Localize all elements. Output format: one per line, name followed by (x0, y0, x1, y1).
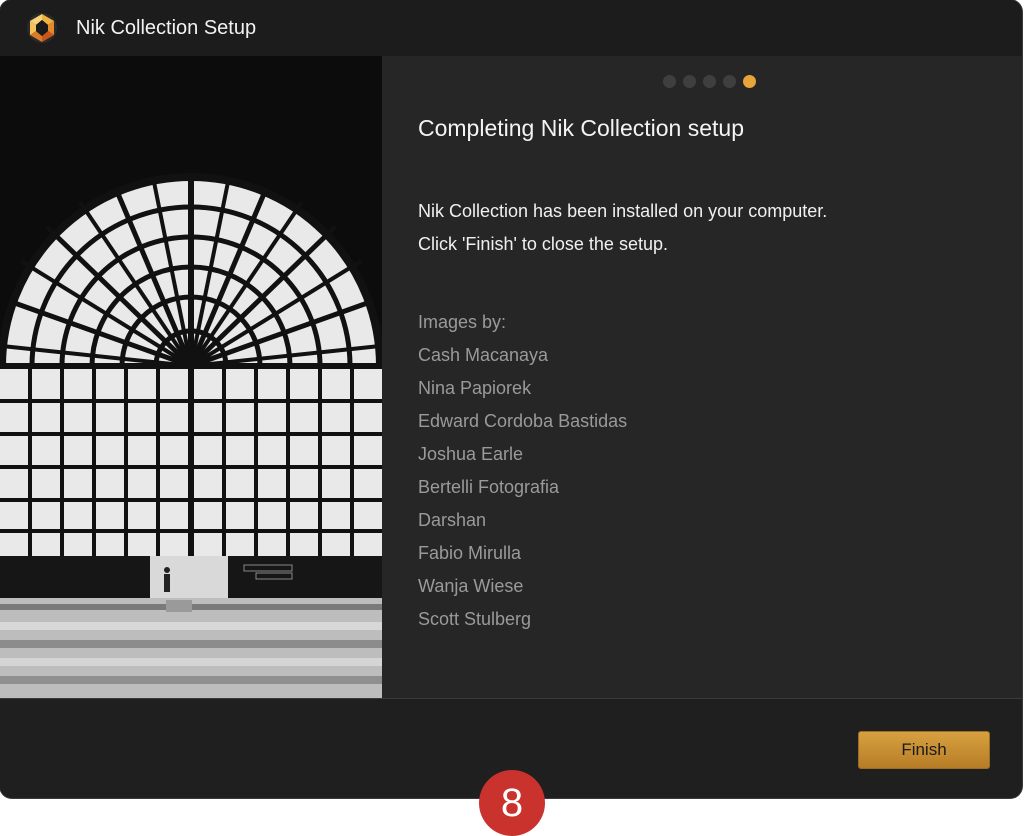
credit-item: Cash Macanaya (418, 345, 549, 365)
step-dot-5-current (743, 75, 756, 88)
install-message: Nik Collection has been installed on you… (418, 201, 828, 221)
close-instruction: Click 'Finish' to close the setup. (418, 234, 668, 254)
title-bar: Nik Collection Setup (0, 0, 1022, 56)
step-dot-3 (703, 75, 716, 88)
architecture-photo (0, 56, 382, 698)
credit-item: Wanja Wiese (418, 576, 524, 596)
credit-item: Joshua Earle (418, 444, 524, 464)
credit-item: Darshan (418, 510, 487, 530)
content-panel: Completing Nik Collection setup Nik Coll… (382, 56, 1022, 698)
credit-item: Fabio Mirulla (418, 543, 522, 563)
finish-button[interactable]: Finish (858, 731, 990, 769)
credit-item: Bertelli Fotografia (418, 477, 560, 497)
setup-window: Nik Collection Setup Completing Nik Coll… (0, 0, 1022, 798)
step-dot-2 (683, 75, 696, 88)
credit-item: Edward Cordoba Bastidas (418, 411, 628, 431)
arched-window-image (0, 56, 382, 698)
credits-label: Images by: (418, 312, 507, 332)
step-number-badge: 8 (479, 770, 545, 836)
credits-list: Cash Macanaya Nina Papiorek Edward Cordo… (418, 344, 627, 641)
credit-item: Nina Papiorek (418, 378, 532, 398)
credit-item: Scott Stulberg (418, 609, 532, 629)
step-dot-1 (663, 75, 676, 88)
nik-aperture-icon (27, 13, 57, 43)
step-indicator (663, 75, 756, 88)
step-dot-4 (723, 75, 736, 88)
window-title: Nik Collection Setup (76, 17, 257, 39)
page-heading: Completing Nik Collection setup (418, 115, 744, 141)
